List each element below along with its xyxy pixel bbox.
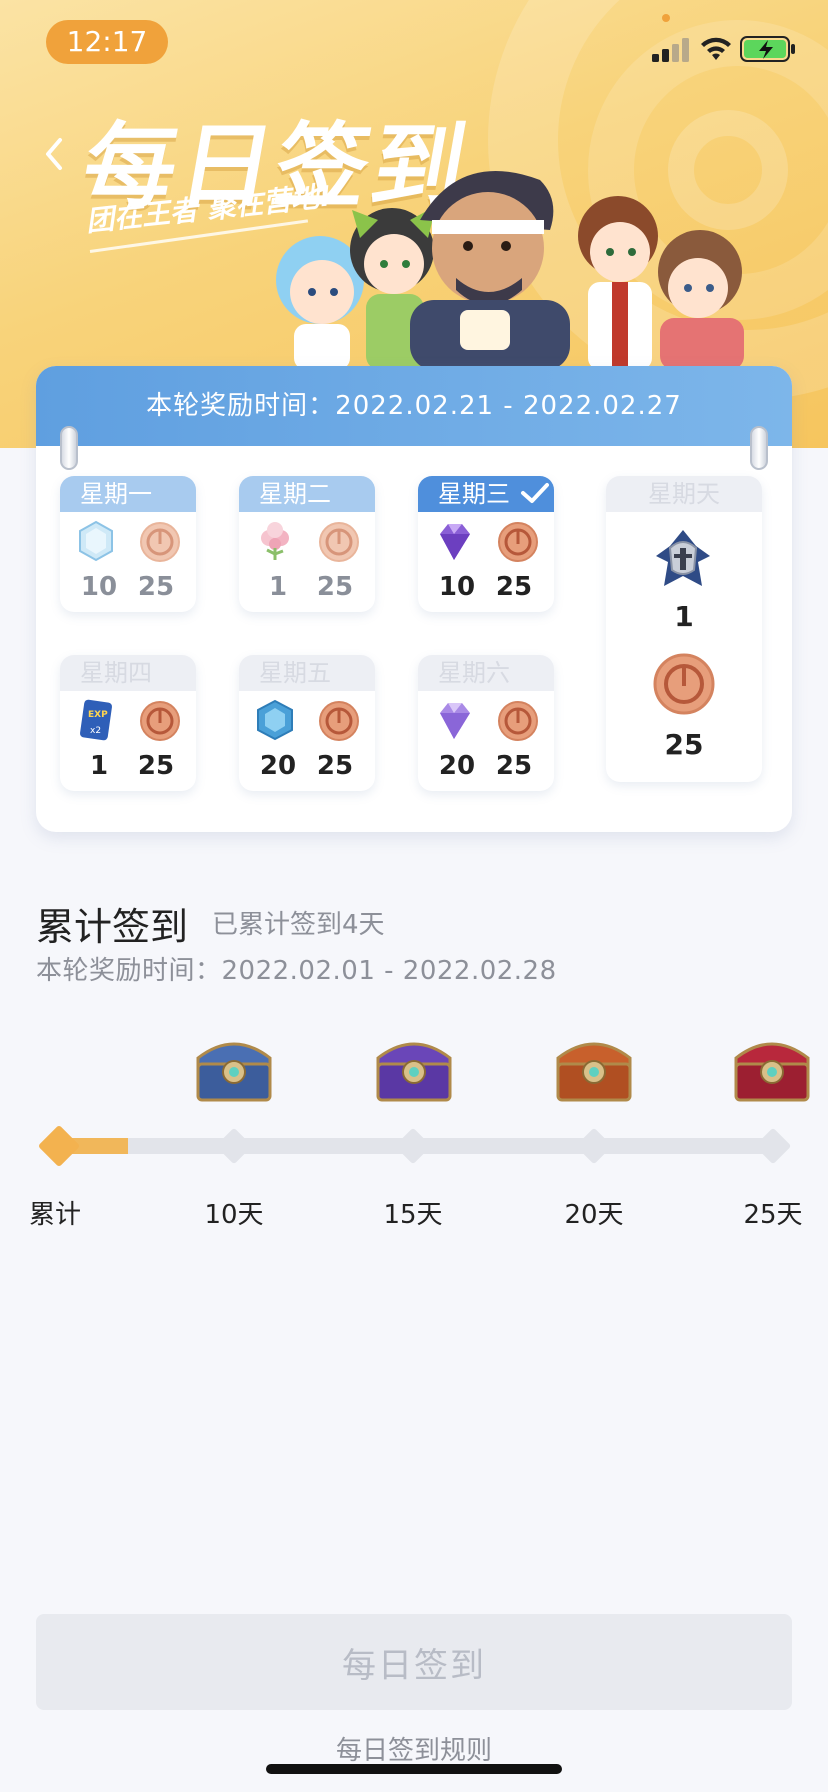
item-amount: 10 [438,572,476,602]
coin-amount: 25 [316,572,354,602]
milestone-node-start [37,1124,81,1168]
day-reward-values: 10 25 [418,572,554,606]
weekly-reward-card: 本轮奖励时间：2022.02.21 - 2022.02.27 星期一 10 25… [36,366,792,832]
battery-charging-icon [740,36,795,62]
cellular-signal-icon [652,38,689,62]
coin-icon [653,653,715,715]
treasure-chest-icon[interactable] [192,1030,276,1106]
helmet-icon [656,530,710,586]
coin-amount: 25 [316,751,354,781]
sign-in-rules-link[interactable]: 每日签到规则 [0,1730,828,1767]
day-reward-icons [261,522,359,562]
item-amount: 1 [268,572,288,602]
wifi-icon [701,37,731,60]
checkmark-icon [520,483,549,503]
milestone-label: 累计 [28,1200,81,1230]
treasure-chest-icon[interactable] [372,1030,456,1106]
coin-icon [498,522,538,562]
cumulative-count: 已累计签到4天 [212,910,385,940]
day-reward-values: 20 25 [239,751,375,785]
coin-icon [140,701,180,741]
blue-crystal-icon [257,699,293,741]
day-label: 星期一 [60,476,196,512]
day-reward-icons [257,699,359,741]
day-card-sunday: 星期天 1 25 [606,476,762,782]
svg-text:x2: x2 [90,726,101,736]
milestone-node [754,1127,792,1165]
milestone-node [575,1127,613,1165]
daily-sign-in-button[interactable]: 每日签到 [36,1614,792,1710]
milestone-label: 15天 [383,1200,443,1230]
day-reward-icons: EXP x2 [80,699,180,741]
coin-amount: 25 [495,751,533,781]
day-reward-values: 20 25 [418,751,554,785]
day-reward-icons [440,701,538,741]
item-amount: 1 [674,600,694,633]
coin-amount: 25 [495,572,533,602]
milestone-node [394,1127,432,1165]
item-amount: 10 [80,572,118,602]
day-reward-values: 1 25 [60,751,196,785]
recording-dot-icon [662,14,670,22]
purple-gem-icon [440,703,470,739]
milestone-node [215,1127,253,1165]
day-label: 星期三 [438,480,510,508]
item-amount: 20 [438,751,476,781]
exp-card-icon: EXP x2 [80,699,112,741]
card-pin-decoration [60,426,78,470]
day-reward-values: 1 25 [239,572,375,606]
day-card-tuesday: 星期二 1 25 [239,476,375,612]
item-amount: 1 [89,751,109,781]
day-label: 星期天 [606,476,762,512]
day-reward-icons [440,522,538,562]
status-time: 12:17 [46,20,168,64]
day-label: 星期五 [239,655,375,691]
treasure-chest-icon[interactable] [730,1030,814,1106]
day-card-thursday: 星期四 EXP x2 1 25 [60,655,196,791]
weekly-period-banner: 本轮奖励时间：2022.02.21 - 2022.02.27 [36,366,792,446]
milestone-label: 25天 [743,1200,803,1230]
coin-icon [140,522,180,562]
coin-icon [498,701,538,741]
mascot-characters-illustration [276,171,744,370]
milestone-label: 20天 [564,1200,624,1230]
coin-icon [319,522,359,562]
cumulative-title: 累计签到 [36,905,189,949]
day-card-friday: 星期五 20 25 [239,655,375,791]
item-amount: 20 [259,751,297,781]
cumulative-period: 本轮奖励时间：2022.02.01 - 2022.02.28 [36,956,557,986]
day-label-today: 星期三 [418,476,554,512]
day-reward-values: 10 25 [60,572,196,606]
coin-icon [319,701,359,741]
coin-amount: 25 [137,751,175,781]
card-pin-decoration [750,426,768,470]
ice-crystal-icon [79,520,113,562]
day-label: 星期四 [60,655,196,691]
back-chevron-icon[interactable] [40,134,68,174]
milestone-label: 10天 [204,1200,264,1230]
day-card-wednesday[interactable]: 星期三 10 25 [418,476,554,612]
flower-icon [261,522,289,560]
day-card-saturday: 星期六 20 25 [418,655,554,791]
purple-gem-icon [440,524,470,560]
day-label: 星期六 [418,655,554,691]
treasure-chest-icon[interactable] [552,1030,636,1106]
day-reward-icons [79,520,180,562]
day-label: 星期二 [239,476,375,512]
svg-text:EXP: EXP [88,710,108,720]
coin-amount: 25 [137,572,175,602]
home-indicator[interactable] [266,1764,562,1774]
day-card-monday: 星期一 10 25 [60,476,196,612]
coin-amount: 25 [664,728,704,761]
